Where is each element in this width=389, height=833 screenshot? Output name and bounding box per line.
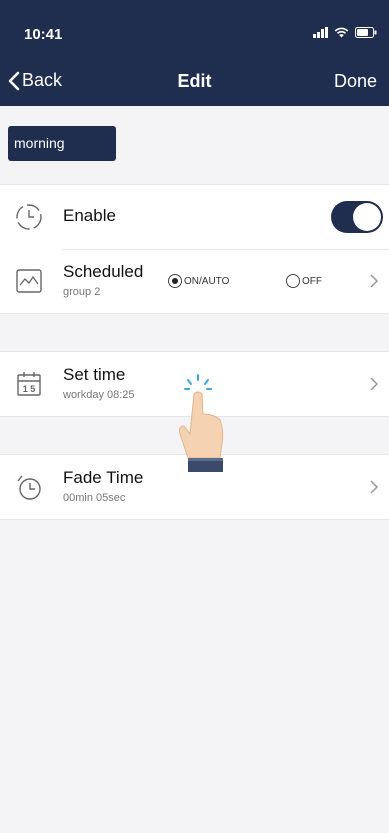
clock-icon <box>16 204 42 230</box>
radio-selected-icon <box>168 274 182 288</box>
navigation-header: 10:41 Back Edit Done <box>0 0 389 106</box>
fade-time-subtitle: 00min 05sec <box>63 492 126 504</box>
wifi-icon <box>334 27 349 38</box>
svg-text:1 5: 1 5 <box>23 384 36 394</box>
chevron-right-icon <box>370 480 379 494</box>
calendar-icon: 1 5 <box>17 372 41 396</box>
page-title: Edit <box>177 71 212 91</box>
settings-section-main: Enable Scheduled group 2 ON/AUTO OFF <box>0 184 389 314</box>
tap-hand-icon <box>179 374 224 472</box>
fade-time-label: Fade Time <box>63 468 144 487</box>
chevron-right-icon <box>370 377 379 391</box>
radio-off-label: OFF <box>302 275 322 287</box>
enable-label: Enable <box>63 206 116 225</box>
alarm-clock-icon <box>17 475 41 500</box>
scheduled-label: Scheduled <box>63 262 144 281</box>
signal-icon <box>313 27 328 38</box>
chevron-left-icon <box>8 71 20 90</box>
enable-row: Enable <box>0 185 389 249</box>
schedule-name-field[interactable]: morning <box>8 126 116 161</box>
back-label: Back <box>22 70 63 90</box>
radio-on-auto-label: ON/AUTO <box>184 275 230 287</box>
enable-toggle[interactable] <box>331 201 383 233</box>
scheduled-subtitle: group 2 <box>63 286 101 298</box>
back-button[interactable]: Back <box>8 70 62 91</box>
battery-icon <box>355 27 377 38</box>
radio-off[interactable]: OFF <box>286 274 322 288</box>
set-time-label: Set time <box>63 365 126 384</box>
set-time-subtitle: workday 08:25 <box>63 389 135 401</box>
chevron-right-icon <box>370 274 379 288</box>
scheduled-row[interactable]: Scheduled group 2 ON/AUTO OFF <box>0 249 389 313</box>
scene-image-icon <box>16 269 42 293</box>
status-icons <box>313 27 377 38</box>
radio-unselected-icon <box>286 274 300 288</box>
radio-on-auto[interactable]: ON/AUTO <box>168 274 229 288</box>
toggle-knob <box>353 203 381 231</box>
status-time: 10:41 <box>24 26 63 43</box>
done-button[interactable]: Done <box>334 71 377 92</box>
